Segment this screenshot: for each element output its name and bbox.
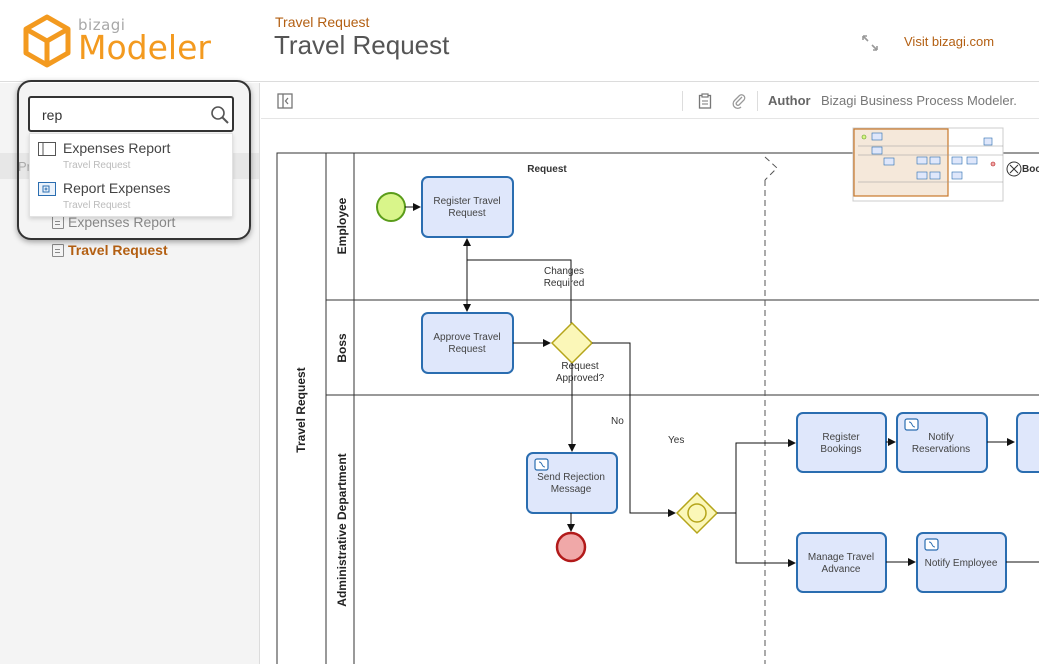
task-register-travel-request[interactable]: Register Travel Request (421, 176, 514, 238)
toolbar-divider (682, 91, 683, 111)
search-result-label: Report Expenses (63, 180, 171, 196)
start-event[interactable] (376, 192, 406, 222)
phase-label: Request (527, 164, 567, 175)
toolbar-divider (757, 91, 758, 111)
process-icon (38, 142, 56, 156)
clipboard-icon[interactable] (697, 93, 713, 109)
process-diagram[interactable]: Travel Request Employee Boss Administrat… (262, 120, 1039, 664)
logo-cube-icon (23, 14, 71, 68)
document-icon (52, 243, 64, 257)
bpmn-canvas: Travel Request Employee Boss Administrat… (276, 127, 1039, 664)
task-label-line: Approve Travel (433, 332, 500, 343)
task-label-line: Register (822, 432, 860, 443)
task-label-line: Register Travel (433, 196, 500, 207)
flow-label-no: No (611, 416, 624, 427)
gateway-label-line: Request (561, 361, 598, 372)
flow-label-line: Changes (544, 266, 584, 277)
search-icon[interactable] (210, 105, 230, 125)
task-label-line: Manage Travel (808, 552, 874, 563)
task-manage-travel-advance[interactable]: Manage Travel Advance (796, 532, 887, 593)
breadcrumb[interactable]: Travel Request (275, 14, 369, 30)
page-title: Travel Request (274, 30, 450, 60)
search-result-sub: Travel Request (63, 160, 131, 171)
search-box[interactable] (28, 96, 234, 132)
script-task-icon (904, 418, 919, 431)
logo-product-text: Modeler (78, 28, 211, 67)
search-result-expenses-report[interactable]: Expenses Report Travel Request (30, 134, 234, 174)
task-approve-travel-request[interactable]: Approve Travel Request (421, 312, 514, 374)
task-label-line: Advance (822, 564, 861, 575)
diagram-minimap[interactable] (852, 127, 1004, 202)
end-event[interactable] (555, 531, 587, 563)
task-notify-employee[interactable]: Notify Employee (916, 532, 1007, 593)
search-result-report-expenses[interactable]: Report Expenses Travel Request (30, 174, 234, 214)
bizagi-logo[interactable]: bizagi Modeler (20, 12, 230, 72)
task-label-line: Bookings (820, 444, 861, 455)
task-label-line: Request (448, 208, 485, 219)
script-task-icon (924, 538, 939, 551)
diagram-toolbar: Author Bizagi Business Process Modeler. (261, 83, 1039, 119)
attachment-icon[interactable] (731, 93, 747, 109)
author-value: Bizagi Business Process Modeler. (821, 93, 1017, 108)
search-input[interactable] (42, 106, 202, 124)
task-label-line: Notify Employee (925, 558, 998, 569)
lane-label-employee: Employee (335, 197, 349, 254)
collapse-panel-icon[interactable] (277, 93, 293, 109)
task-send-rejection-message[interactable]: Send Rejection Message (526, 452, 618, 514)
script-task-icon (534, 458, 549, 471)
lane-label-admin: Administrative Department (335, 453, 349, 606)
app-window: bizagi Modeler Travel Request Travel Req… (0, 0, 1039, 664)
task-partial[interactable] (1016, 412, 1039, 473)
flow-label-yes: Yes (668, 435, 684, 446)
boundary-event-partial[interactable]: Boo (1006, 161, 1039, 177)
flow-label-line: Required (544, 278, 585, 289)
lane-label-boss: Boss (335, 333, 349, 363)
edge-label: Boo (1022, 164, 1039, 175)
task-label-line: Send Rejection (537, 472, 605, 483)
expand-icon[interactable] (861, 34, 879, 52)
pool-label: Travel Request (294, 367, 308, 452)
task-notify-reservations[interactable]: Notify Reservations (896, 412, 988, 473)
lane-administrative-department[interactable]: Administrative Department (335, 453, 349, 606)
subprocess-icon (38, 182, 56, 196)
task-label-line: Reservations (912, 444, 970, 455)
search-result-sub: Travel Request (63, 200, 131, 211)
header: bizagi Modeler Travel Request Travel Req… (0, 0, 1039, 82)
search-result-label: Expenses Report (63, 140, 171, 156)
task-register-bookings[interactable]: Register Bookings (796, 412, 887, 473)
search-results-dropdown: Expenses Report Travel Request Report Ex… (29, 133, 233, 217)
sidebar-item-travel-request[interactable]: Travel Request (52, 242, 168, 258)
sidebar-item-label: Travel Request (68, 242, 168, 258)
visit-bizagi-link[interactable]: Visit bizagi.com (904, 34, 994, 49)
task-label-line: Message (551, 484, 592, 495)
task-label-line: Request (448, 344, 485, 355)
author-label: Author (768, 93, 811, 108)
task-label-line: Notify (928, 432, 954, 443)
gateway-label-line: Approved? (556, 373, 605, 384)
